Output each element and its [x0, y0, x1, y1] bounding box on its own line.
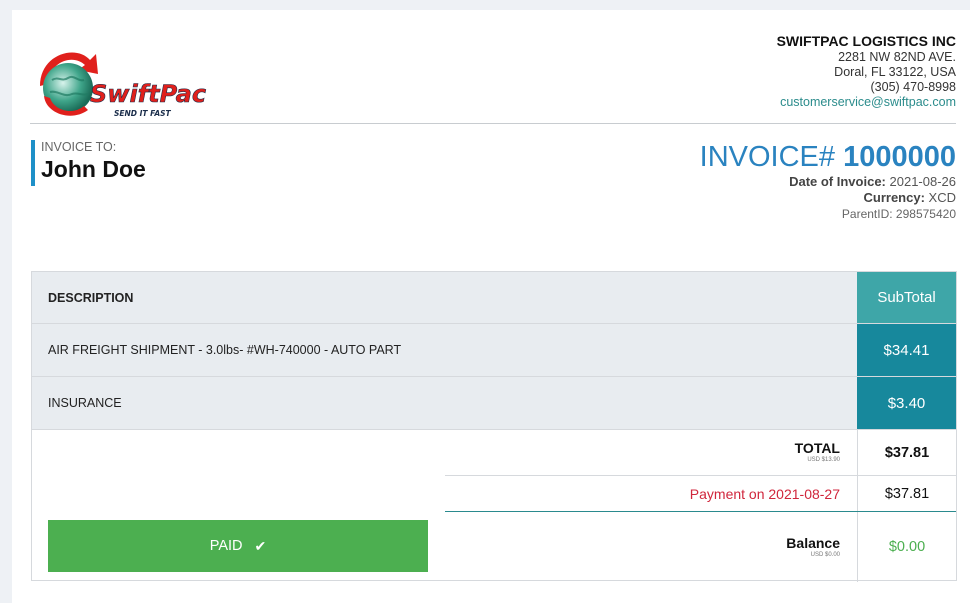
balance-value: $0.00 [857, 512, 956, 582]
invoice-currency-line: Currency: XCD [700, 190, 957, 206]
invoice-date-line: Date of Invoice: 2021-08-26 [700, 174, 956, 190]
invoice-parent-id: ParentID: 298575420 [841, 207, 956, 221]
customer-name: John Doe [41, 156, 146, 182]
payment-label-block: Payment on 2021-08-27 [690, 476, 840, 511]
payment-label: Payment on 2021-08-27 [689, 485, 840, 502]
table-header-row: DESCRIPTION SubTotal [32, 272, 956, 324]
item-subtotal: $3.40 [857, 377, 956, 429]
paid-status-badge: PAID ✔ [48, 520, 428, 572]
balance-row: Balance USD $0.00 $0.00 [445, 512, 956, 582]
payment-value: $37.81 [857, 476, 956, 511]
item-description: AIR FREIGHT SHIPMENT - 3.0lbs- #WH-74000… [48, 343, 402, 357]
invoice-number-title: INVOICE# 1000000 [700, 140, 956, 174]
invoice-date: 2021-08-26 [889, 174, 957, 189]
invoice-currency: XCD [928, 190, 956, 205]
company-name: SWIFTPAC LOGISTICS INC [776, 33, 956, 49]
column-header-subtotal: SubTotal [857, 272, 956, 323]
item-subtotal: $34.41 [857, 324, 956, 376]
swiftpac-logo: SwiftPac SEND IT FAST [32, 40, 212, 124]
payment-row: Payment on 2021-08-27 $37.81 [445, 476, 956, 512]
item-description: INSURANCE [48, 396, 122, 410]
total-row: TOTAL USD $13.90 $37.81 [445, 430, 956, 476]
invoice-date-label: Date of Invoice: [789, 174, 886, 189]
invoice-details: INVOICE# 1000000 Date of Invoice: 2021-0… [700, 140, 956, 222]
header-divider [30, 123, 956, 124]
total-value: $37.81 [857, 430, 956, 475]
total-label: TOTAL [794, 440, 840, 456]
balance-usd-equivalent: USD $0.00 [810, 551, 840, 558]
invoice-to-block: INVOICE TO: John Doe [31, 140, 146, 186]
invoice-prefix: INVOICE# [699, 141, 836, 173]
company-info: SWIFTPAC LOGISTICS INC 2281 NW 82ND AVE.… [777, 32, 956, 110]
logo-brand-text: SwiftPac [90, 80, 206, 108]
company-address-line1: 2281 NW 82ND AVE. [838, 50, 956, 64]
column-header-description: DESCRIPTION [48, 290, 134, 305]
check-icon: ✔ [254, 537, 267, 554]
company-email-link[interactable]: customerservice@swiftpac.com [777, 95, 956, 110]
invoice-sheet: SwiftPac SEND IT FAST SWIFTPAC LOGISTICS… [12, 10, 970, 603]
company-phone: (305) 470-8998 [870, 80, 956, 94]
invoice-table: DESCRIPTION SubTotal AIR FREIGHT SHIPMEN… [31, 271, 957, 582]
invoice-to-label: INVOICE TO: [41, 140, 117, 154]
balance-label-block: Balance USD $0.00 [786, 512, 840, 582]
invoice-number: 1000000 [843, 141, 956, 173]
company-address-line2: Doral, FL 33122, USA [834, 65, 956, 79]
balance-label: Balance [786, 534, 840, 551]
table-row: AIR FREIGHT SHIPMENT - 3.0lbs- #WH-74000… [32, 324, 956, 377]
table-row: INSURANCE $3.40 [32, 377, 956, 430]
invoice-currency-label: Currency: [863, 190, 925, 205]
logo-tagline-text: SEND IT FAST [114, 109, 172, 118]
total-label-block: TOTAL USD $13.90 [795, 430, 840, 475]
total-usd-equivalent: USD $13.90 [807, 457, 840, 463]
paid-label: PAID [209, 538, 243, 554]
